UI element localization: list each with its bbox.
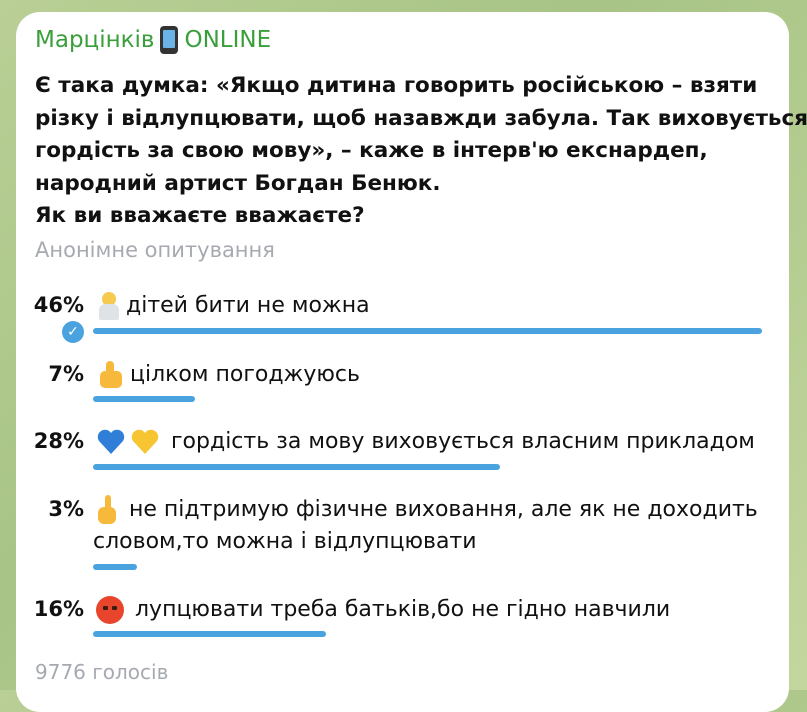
poll-option-text: не підтримую фізичне виховання, але як н… (129, 497, 758, 522)
channel-name[interactable]: Марцінків (35, 27, 154, 53)
message-line: Як ви вважаєте вважаєте? (35, 203, 365, 228)
poll-option-percent: 46% (33, 293, 84, 317)
poll-option-percent: 28% (33, 429, 84, 453)
poll-option-label-continued: словом,то можна і відлупцювати (93, 529, 477, 554)
message-line: народний артист Богдан Бенюк. (35, 170, 441, 196)
poll-option-label: не підтримую фізичне виховання, але як н… (96, 493, 758, 526)
poll-type-label: Анонімне опитування (35, 238, 275, 262)
poll-option-text: цілком погоджуюсь (130, 362, 360, 387)
thumbs-up-icon (96, 361, 126, 389)
poll-option-label: дітей бити не можна (96, 289, 370, 322)
channel-status: ONLINE (184, 27, 272, 53)
checkmark-icon: ✓ (62, 321, 84, 343)
message-text: Є така думка: «Якщо дитина говорить росі… (35, 70, 807, 233)
poll-result-bar (93, 328, 762, 334)
poll-result-bar (93, 396, 195, 402)
blue-heart-icon (96, 428, 126, 456)
man-gesturing-no-icon (96, 292, 122, 320)
channel-header[interactable]: Марцінків ONLINE (35, 26, 271, 54)
message-line: Є така думка: «Якщо дитина говорить росі… (35, 73, 758, 98)
vote-count[interactable]: 9776 голосів (35, 660, 168, 684)
poll-option-label: гордість за мову виховується власним при… (96, 425, 755, 458)
poll-result-bar (93, 631, 326, 637)
poll-option-percent: 3% (48, 497, 84, 521)
index-pointing-up-icon (96, 495, 118, 525)
poll-option-label: лупцювати треба батьків,бо не гідно навч… (96, 593, 670, 626)
poll-result-bar (93, 564, 137, 570)
poll-option-percent: 7% (48, 362, 84, 386)
poll-option-text: дітей бити не можна (126, 293, 370, 318)
poll-result-bar (93, 464, 500, 470)
message-line: гордість за свою мову», – каже в інтерв'… (35, 138, 708, 163)
mobile-phone-icon (160, 26, 179, 54)
message-line: різку і відлупцювати, щоб назавжди забул… (35, 105, 807, 131)
poll-option-percent: 16% (33, 597, 84, 621)
angry-face-icon (96, 596, 124, 624)
poll-option-text: гордість за мову виховується власним при… (164, 429, 755, 454)
poll-option-label: цілком погоджуюсь (96, 358, 360, 391)
poll-option-text: лупцювати треба батьків,бо не гідно навч… (128, 597, 671, 622)
yellow-heart-icon (130, 428, 160, 456)
